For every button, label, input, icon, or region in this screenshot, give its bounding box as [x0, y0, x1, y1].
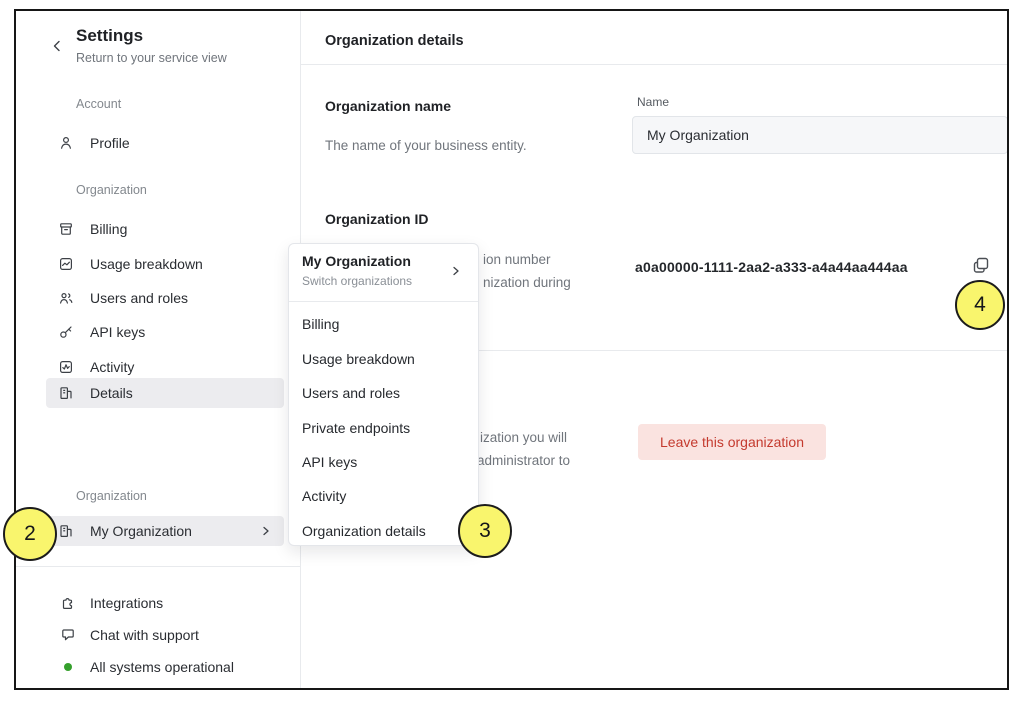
person-icon: [58, 135, 74, 151]
building-icon: [58, 523, 74, 539]
organization-section-label: Organization: [76, 183, 147, 197]
sidebar-item-my-organization[interactable]: My Organization: [46, 516, 284, 546]
menu-item-private-endpoints[interactable]: Private endpoints: [289, 411, 478, 445]
sidebar-item-label: My Organization: [90, 523, 192, 539]
copy-icon[interactable]: [970, 255, 992, 277]
leave-description-fragment-2: administrator to: [477, 453, 570, 468]
sidebar-item-label: Details: [90, 385, 133, 401]
page-title: Organization details: [325, 33, 464, 49]
usage-chart-icon: [58, 256, 74, 272]
leave-organization-button[interactable]: Leave this organization: [638, 424, 826, 460]
settings-title: Settings: [76, 26, 143, 46]
annotation-step-4: 4: [955, 280, 1005, 330]
sidebar-item-label: Activity: [90, 359, 134, 375]
sidebar-item-label: Profile: [90, 135, 130, 151]
sidebar-item-chat-with-support[interactable]: Chat with support: [46, 621, 292, 649]
menu-item-usage-breakdown[interactable]: Usage breakdown: [289, 342, 478, 376]
annotation-step-2: 2: [3, 507, 57, 561]
header-divider: [300, 64, 1007, 65]
sidebar-item-label: Integrations: [90, 595, 163, 611]
building-icon: [58, 385, 74, 401]
green-status-dot: [64, 663, 72, 671]
billing-icon: [58, 221, 74, 237]
annotation-step-3: 3: [458, 504, 512, 558]
sidebar-item-label: API keys: [90, 324, 145, 340]
sidebar-item-label: Billing: [90, 221, 127, 237]
org-name-section-description: The name of your business entity.: [325, 138, 527, 153]
sidebar-item-users-and-roles[interactable]: Users and roles: [46, 283, 284, 313]
leave-description-fragment-1: ization you will: [480, 430, 567, 445]
users-icon: [58, 290, 74, 306]
menu-item-organization-details[interactable]: Organization details: [289, 514, 478, 548]
chevron-right-icon: [450, 265, 462, 277]
dropdown-org-switcher[interactable]: My Organization Switch organizations: [289, 244, 478, 301]
dropdown-org-title: My Organization: [302, 253, 411, 269]
sidebar-item-usage-breakdown[interactable]: Usage breakdown: [46, 249, 284, 279]
menu-item-api-keys[interactable]: API keys: [289, 445, 478, 479]
sidebar-item-integrations[interactable]: Integrations: [46, 589, 292, 617]
org-name-section-title: Organization name: [325, 98, 451, 114]
menu-item-users-and-roles[interactable]: Users and roles: [289, 376, 478, 410]
menu-item-billing[interactable]: Billing: [289, 307, 478, 341]
key-icon: [58, 324, 74, 340]
app-window: Settings Return to your service view Acc…: [14, 9, 1009, 690]
org-id-section-title: Organization ID: [325, 211, 428, 227]
status-label: All systems operational: [90, 659, 234, 675]
sidebar-item-label: Chat with support: [90, 627, 199, 643]
sidebar-item-system-status[interactable]: All systems operational: [46, 653, 292, 681]
name-field-label: Name: [637, 95, 669, 109]
puzzle-icon: [60, 595, 76, 611]
sidebar-item-details[interactable]: Details: [46, 378, 284, 408]
organization-name-input[interactable]: [632, 116, 1008, 154]
chevron-right-icon: [260, 525, 272, 537]
screenshot-root: Settings Return to your service view Acc…: [0, 0, 1024, 703]
sidebar-item-label: Users and roles: [90, 290, 188, 306]
back-chevron-icon[interactable]: [50, 39, 64, 53]
sidebar-item-label: Usage breakdown: [90, 256, 203, 272]
sidebar-footer-divider: [16, 566, 300, 567]
sidebar-item-profile[interactable]: Profile: [46, 128, 284, 158]
dropdown-divider: [289, 301, 478, 302]
sidebar-item-billing[interactable]: Billing: [46, 214, 284, 244]
settings-subtitle[interactable]: Return to your service view: [76, 51, 227, 65]
org-id-description-fragment-1: ion number: [483, 252, 551, 267]
sidebar-item-api-keys[interactable]: API keys: [46, 317, 284, 347]
organization-dropdown-menu: My Organization Switch organizations Bil…: [288, 243, 479, 546]
menu-item-activity[interactable]: Activity: [289, 479, 478, 513]
org-id-description-fragment-2: nization during: [483, 275, 571, 290]
organization-id-value: a0a00000-1111-2aa2-a333-a4a44aa444aa: [635, 259, 908, 275]
org-switcher-section-label: Organization: [76, 489, 147, 503]
dropdown-org-subtitle: Switch organizations: [302, 274, 412, 288]
account-section-label: Account: [76, 97, 121, 111]
chat-bubble-icon: [60, 627, 76, 643]
activity-icon: [58, 359, 74, 375]
